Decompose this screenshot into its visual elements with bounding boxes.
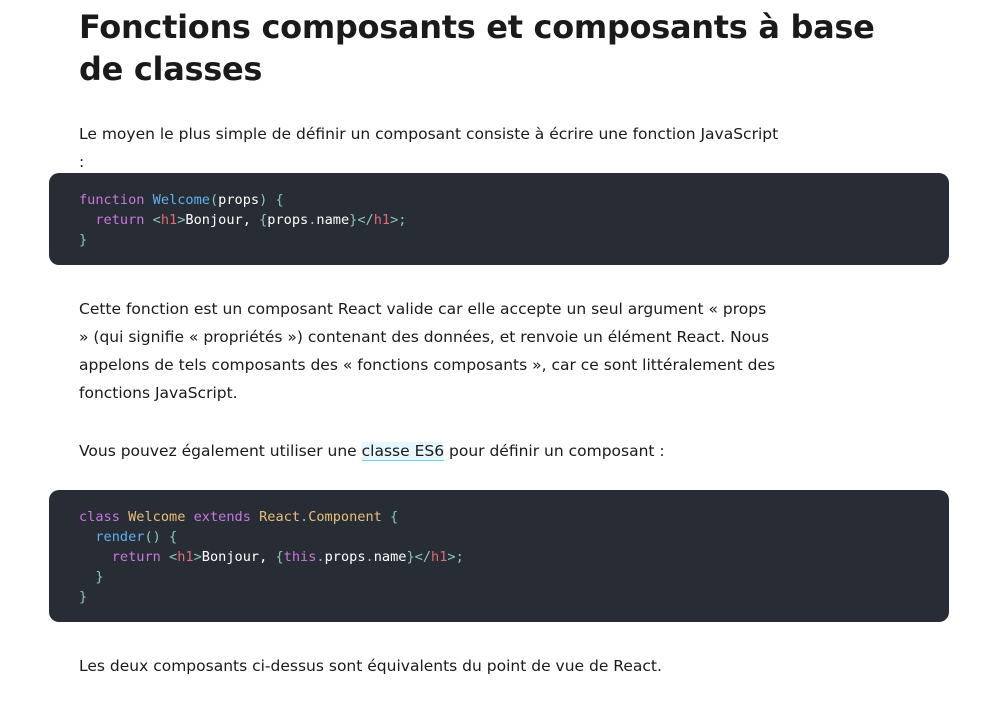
code-keyword: class bbox=[79, 509, 120, 525]
code-punct: } bbox=[406, 549, 415, 565]
code-punct: </ bbox=[414, 549, 432, 565]
code-class-name: Component bbox=[308, 509, 382, 525]
code-punct: ) { bbox=[259, 192, 284, 208]
code-text: Bonjour, bbox=[185, 212, 260, 228]
code-function-name: Welcome bbox=[152, 192, 210, 208]
code-keyword: return bbox=[111, 549, 161, 565]
code-punct: < bbox=[152, 212, 161, 228]
class-intro-text-before: Vous pouvez également utiliser une bbox=[79, 442, 362, 460]
code-this-keyword: this bbox=[283, 549, 317, 565]
code-punct: { bbox=[275, 549, 284, 565]
code-punct: . bbox=[365, 549, 374, 565]
code-class-name: React bbox=[259, 509, 300, 525]
class-intro-text-after: pour définir un composant : bbox=[444, 442, 665, 460]
code-punct: . bbox=[316, 549, 325, 565]
code-punct: . bbox=[300, 509, 309, 525]
code-property: props bbox=[324, 549, 366, 565]
code-keyword: function bbox=[79, 192, 145, 208]
code-keyword: return bbox=[95, 212, 145, 228]
code-tag: h1 bbox=[177, 549, 194, 565]
code-punct: >; bbox=[390, 212, 407, 228]
code-punct: < bbox=[169, 549, 178, 565]
code-property: name bbox=[316, 212, 350, 228]
class-component-code: class Welcome extends React.Component { … bbox=[79, 507, 919, 607]
explanation-paragraph: Cette fonction est un composant React va… bbox=[79, 300, 776, 402]
code-tag: h1 bbox=[431, 549, 448, 565]
code-punct: </ bbox=[357, 212, 374, 228]
code-tag: h1 bbox=[160, 212, 178, 228]
conclusion-paragraph: Les deux composants ci-dessus sont équiv… bbox=[79, 657, 662, 675]
code-object: props bbox=[267, 212, 309, 228]
code-punct: >; bbox=[447, 549, 464, 565]
code-punct: > bbox=[193, 549, 202, 565]
code-tag: h1 bbox=[373, 212, 391, 228]
function-component-code: function Welcome(props) { return <h1>Bon… bbox=[79, 190, 919, 250]
code-punct: } bbox=[79, 589, 88, 605]
code-punct: () { bbox=[144, 529, 178, 545]
intro-paragraph: Le moyen le plus simple de définir un co… bbox=[79, 125, 779, 171]
class-component-code-block: class Welcome extends React.Component { … bbox=[49, 490, 949, 622]
code-punct: ( bbox=[209, 192, 219, 208]
code-punct: { bbox=[390, 509, 399, 525]
function-component-code-block: function Welcome(props) { return <h1>Bon… bbox=[49, 173, 949, 265]
class-intro-paragraph: Vous pouvez également utiliser une class… bbox=[79, 437, 779, 465]
es6-class-link[interactable]: classe ES6 bbox=[361, 442, 445, 461]
code-class-name: Welcome bbox=[128, 509, 186, 525]
code-punct: } bbox=[95, 569, 104, 585]
code-property: name bbox=[373, 549, 407, 565]
page-title: Fonctions composants et composants à bas… bbox=[79, 8, 875, 88]
code-punct: } bbox=[79, 232, 88, 248]
code-function-name: render bbox=[95, 529, 145, 545]
code-keyword: extends bbox=[193, 509, 251, 525]
code-text: Bonjour, bbox=[201, 549, 276, 565]
code-param: props bbox=[218, 192, 260, 208]
